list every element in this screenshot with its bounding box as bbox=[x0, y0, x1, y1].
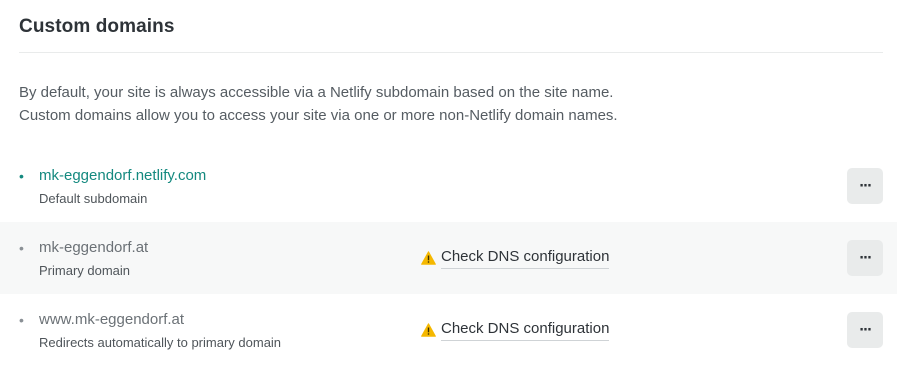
more-options-button[interactable]: ··· bbox=[847, 312, 883, 348]
domain-subtitle: Primary domain bbox=[39, 263, 131, 278]
title-divider bbox=[19, 52, 883, 53]
check-dns-link[interactable]: Check DNS configuration bbox=[421, 247, 610, 269]
description-line: By default, your site is always accessib… bbox=[19, 84, 614, 101]
more-options-button[interactable]: ··· bbox=[847, 168, 883, 204]
warning-triangle-icon bbox=[421, 251, 436, 265]
domain-subtitle: Default subdomain bbox=[39, 191, 148, 206]
description-line: Custom domains allow you to access your … bbox=[19, 107, 618, 124]
bullet-icon: • bbox=[19, 312, 24, 328]
bullet-icon: • bbox=[19, 240, 24, 256]
custom-domains-panel: Custom domains By default, your site is … bbox=[0, 0, 897, 377]
section-description: By default, your site is always accessib… bbox=[19, 81, 859, 127]
bullet-icon: • bbox=[19, 168, 24, 184]
domain-row-default-subdomain: • mk-eggendorf.netlify.com Default subdo… bbox=[0, 150, 897, 222]
check-dns-label: Check DNS configuration bbox=[441, 247, 610, 269]
domain-link[interactable]: mk-eggendorf.netlify.com bbox=[39, 166, 206, 186]
domain-row-primary: • mk-eggendorf.at Primary domain Check D… bbox=[0, 222, 897, 294]
domain-name: www.mk-eggendorf.at bbox=[39, 311, 185, 328]
domain-row-www-redirect: • www.mk-eggendorf.at Redirects automati… bbox=[0, 294, 897, 366]
section-title: Custom domains bbox=[19, 16, 175, 37]
domain-name: mk-eggendorf.at bbox=[39, 239, 149, 256]
check-dns-label: Check DNS configuration bbox=[441, 319, 610, 341]
more-options-button[interactable]: ··· bbox=[847, 240, 883, 276]
domain-subtitle: Redirects automatically to primary domai… bbox=[39, 335, 282, 350]
check-dns-link[interactable]: Check DNS configuration bbox=[421, 319, 610, 341]
warning-triangle-icon bbox=[421, 323, 436, 337]
